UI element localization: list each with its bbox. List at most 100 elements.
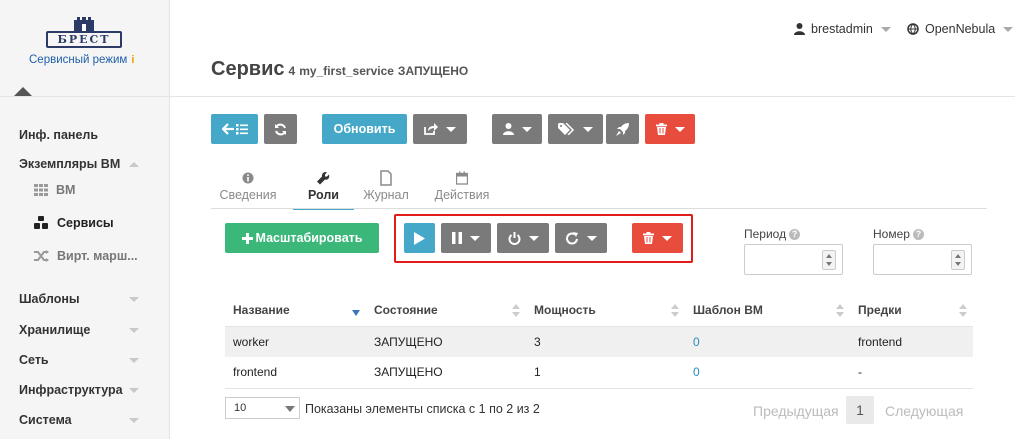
sidebar-item-label: Сервисы xyxy=(57,216,114,230)
column-header-vm-template[interactable]: Шаблон ВМ xyxy=(685,294,850,327)
labels-menu-button[interactable] xyxy=(548,114,603,144)
refresh-icon xyxy=(275,123,286,135)
tab-label: Действия xyxy=(434,188,490,202)
caret-up-icon xyxy=(14,87,32,96)
sidebar-item-label: Система xyxy=(19,413,72,427)
chevron-down-icon xyxy=(129,417,139,423)
chevron-down-icon xyxy=(129,327,139,333)
help-icon[interactable]: ? xyxy=(912,228,924,240)
chevron-down-icon xyxy=(446,126,456,132)
globe-icon xyxy=(907,23,919,35)
logo-text: БРЕСТ xyxy=(46,31,122,48)
sidebar-item-storage[interactable]: Хранилище xyxy=(19,323,139,337)
tab-info[interactable]: Сведения xyxy=(212,170,284,210)
column-header-state[interactable]: Состояние xyxy=(366,294,526,327)
page-size-select[interactable]: 10 xyxy=(225,397,300,419)
chevron-down-icon xyxy=(1003,26,1014,32)
tab-label: Роли xyxy=(308,188,339,202)
sidebar-item-infrastructure[interactable]: Инфраструктура xyxy=(19,383,139,397)
rotate-icon xyxy=(565,231,578,244)
tab-actions[interactable]: Действия xyxy=(432,170,492,210)
sort-desc-icon xyxy=(352,310,360,316)
tab-log[interactable]: Журнал xyxy=(358,170,414,210)
sidebar-item-dashboard[interactable]: Инф. панель xyxy=(19,128,139,142)
delete-role-menu-button[interactable] xyxy=(632,223,683,253)
service-state: ЗАПУЩЕНО xyxy=(397,64,469,78)
sidebar-item-virtual-routers[interactable]: Вирт. марш... xyxy=(34,249,138,263)
sidebar-item-vms[interactable]: ВМ xyxy=(34,183,75,197)
sort-icon xyxy=(512,304,520,318)
number-label: Номер ? xyxy=(873,227,924,241)
table-row[interactable]: frontend ЗАПУЩЕНО 1 0 - xyxy=(225,357,973,389)
sidebar-item-vm-instances[interactable]: Экземпляры ВМ xyxy=(19,157,139,171)
page-title: Сервис 4 my_first_service ЗАПУЩЕНО xyxy=(211,58,468,81)
page-title-text: Сервис xyxy=(211,58,285,80)
back-list-icon xyxy=(221,123,248,135)
tabs-divider xyxy=(211,208,987,209)
reload-button[interactable] xyxy=(264,114,297,144)
sidebar-item-system[interactable]: Система xyxy=(19,413,139,427)
scale-button[interactable]: Масштабировать xyxy=(225,223,379,253)
wrench-icon xyxy=(317,172,330,185)
chevron-down-icon xyxy=(528,235,539,241)
column-header-parents[interactable]: Предки xyxy=(850,294,973,327)
user-icon xyxy=(502,123,514,135)
resume-button[interactable] xyxy=(404,223,435,253)
tab-label: Сведения xyxy=(219,188,277,202)
delete-menu-button[interactable] xyxy=(645,114,695,144)
period-input[interactable] xyxy=(744,244,843,275)
update-button[interactable]: Обновить xyxy=(322,114,407,144)
play-icon xyxy=(414,231,425,245)
chevron-down-icon xyxy=(662,235,672,241)
column-header-name[interactable]: Название xyxy=(225,294,366,327)
brand-logo[interactable]: БРЕСТ xyxy=(46,17,122,49)
cell-vm-template-link[interactable]: 0 xyxy=(685,326,850,357)
number-label-text: Номер xyxy=(873,227,910,241)
deploy-button[interactable] xyxy=(606,114,639,144)
header-label: Шаблон ВМ xyxy=(693,302,763,317)
calendar-icon xyxy=(456,171,468,185)
tab-label: Журнал xyxy=(363,188,409,202)
info-icon[interactable]: i xyxy=(131,54,134,66)
header-divider xyxy=(170,96,1015,97)
header-label: Предки xyxy=(858,302,902,317)
zone-menu[interactable]: OpenNebula xyxy=(907,22,1014,36)
file-icon xyxy=(380,170,392,186)
service-name: my_first_service xyxy=(299,64,394,78)
next-page-button[interactable]: Следующая xyxy=(885,403,963,419)
cell-cardinality: 1 xyxy=(526,357,685,389)
sidebar-item-label: Хранилище xyxy=(19,323,91,337)
back-to-list-button[interactable] xyxy=(211,114,258,144)
power-menu-button[interactable] xyxy=(497,223,549,253)
user-name: brestadmin xyxy=(811,22,873,36)
number-input[interactable] xyxy=(873,244,972,275)
table-row[interactable]: worker ЗАПУЩЕНО 3 0 frontend xyxy=(225,326,973,357)
service-mode-label[interactable]: Сервисный режим i xyxy=(29,54,134,66)
share-menu-button[interactable] xyxy=(413,114,467,144)
prev-page-button[interactable]: Предыдущая xyxy=(753,403,839,419)
tab-roles[interactable]: Роли xyxy=(293,170,354,210)
cell-vm-template-link[interactable]: 0 xyxy=(685,357,850,389)
help-icon[interactable]: ? xyxy=(789,228,801,240)
shuffle-icon xyxy=(34,250,49,262)
sort-icon xyxy=(836,304,844,318)
zone-name: OpenNebula xyxy=(925,22,996,36)
sidebar-item-label: Вирт. марш... xyxy=(57,249,138,263)
user-menu[interactable]: brestadmin xyxy=(794,22,891,36)
sidebar-item-network[interactable]: Сеть xyxy=(19,353,139,367)
spinner-arrows-icon[interactable] xyxy=(951,250,965,270)
castle-icon xyxy=(74,17,94,31)
info-circle-icon xyxy=(242,172,254,184)
sidebar-item-services[interactable]: Сервисы xyxy=(34,216,114,230)
suspend-menu-button[interactable] xyxy=(441,223,491,253)
owner-menu-button[interactable] xyxy=(492,114,542,144)
column-header-cardinality[interactable]: Мощность xyxy=(526,294,685,327)
spinner-arrows-icon[interactable] xyxy=(822,250,836,270)
cell-name: frontend xyxy=(225,357,366,389)
reboot-menu-button[interactable] xyxy=(555,223,607,253)
sidebar-item-templates[interactable]: Шаблоны xyxy=(19,292,139,306)
chevron-down-icon xyxy=(470,235,480,241)
page-size-value: 10 xyxy=(234,402,247,414)
grid-icon xyxy=(34,184,48,196)
current-page-button[interactable]: 1 xyxy=(846,396,874,424)
